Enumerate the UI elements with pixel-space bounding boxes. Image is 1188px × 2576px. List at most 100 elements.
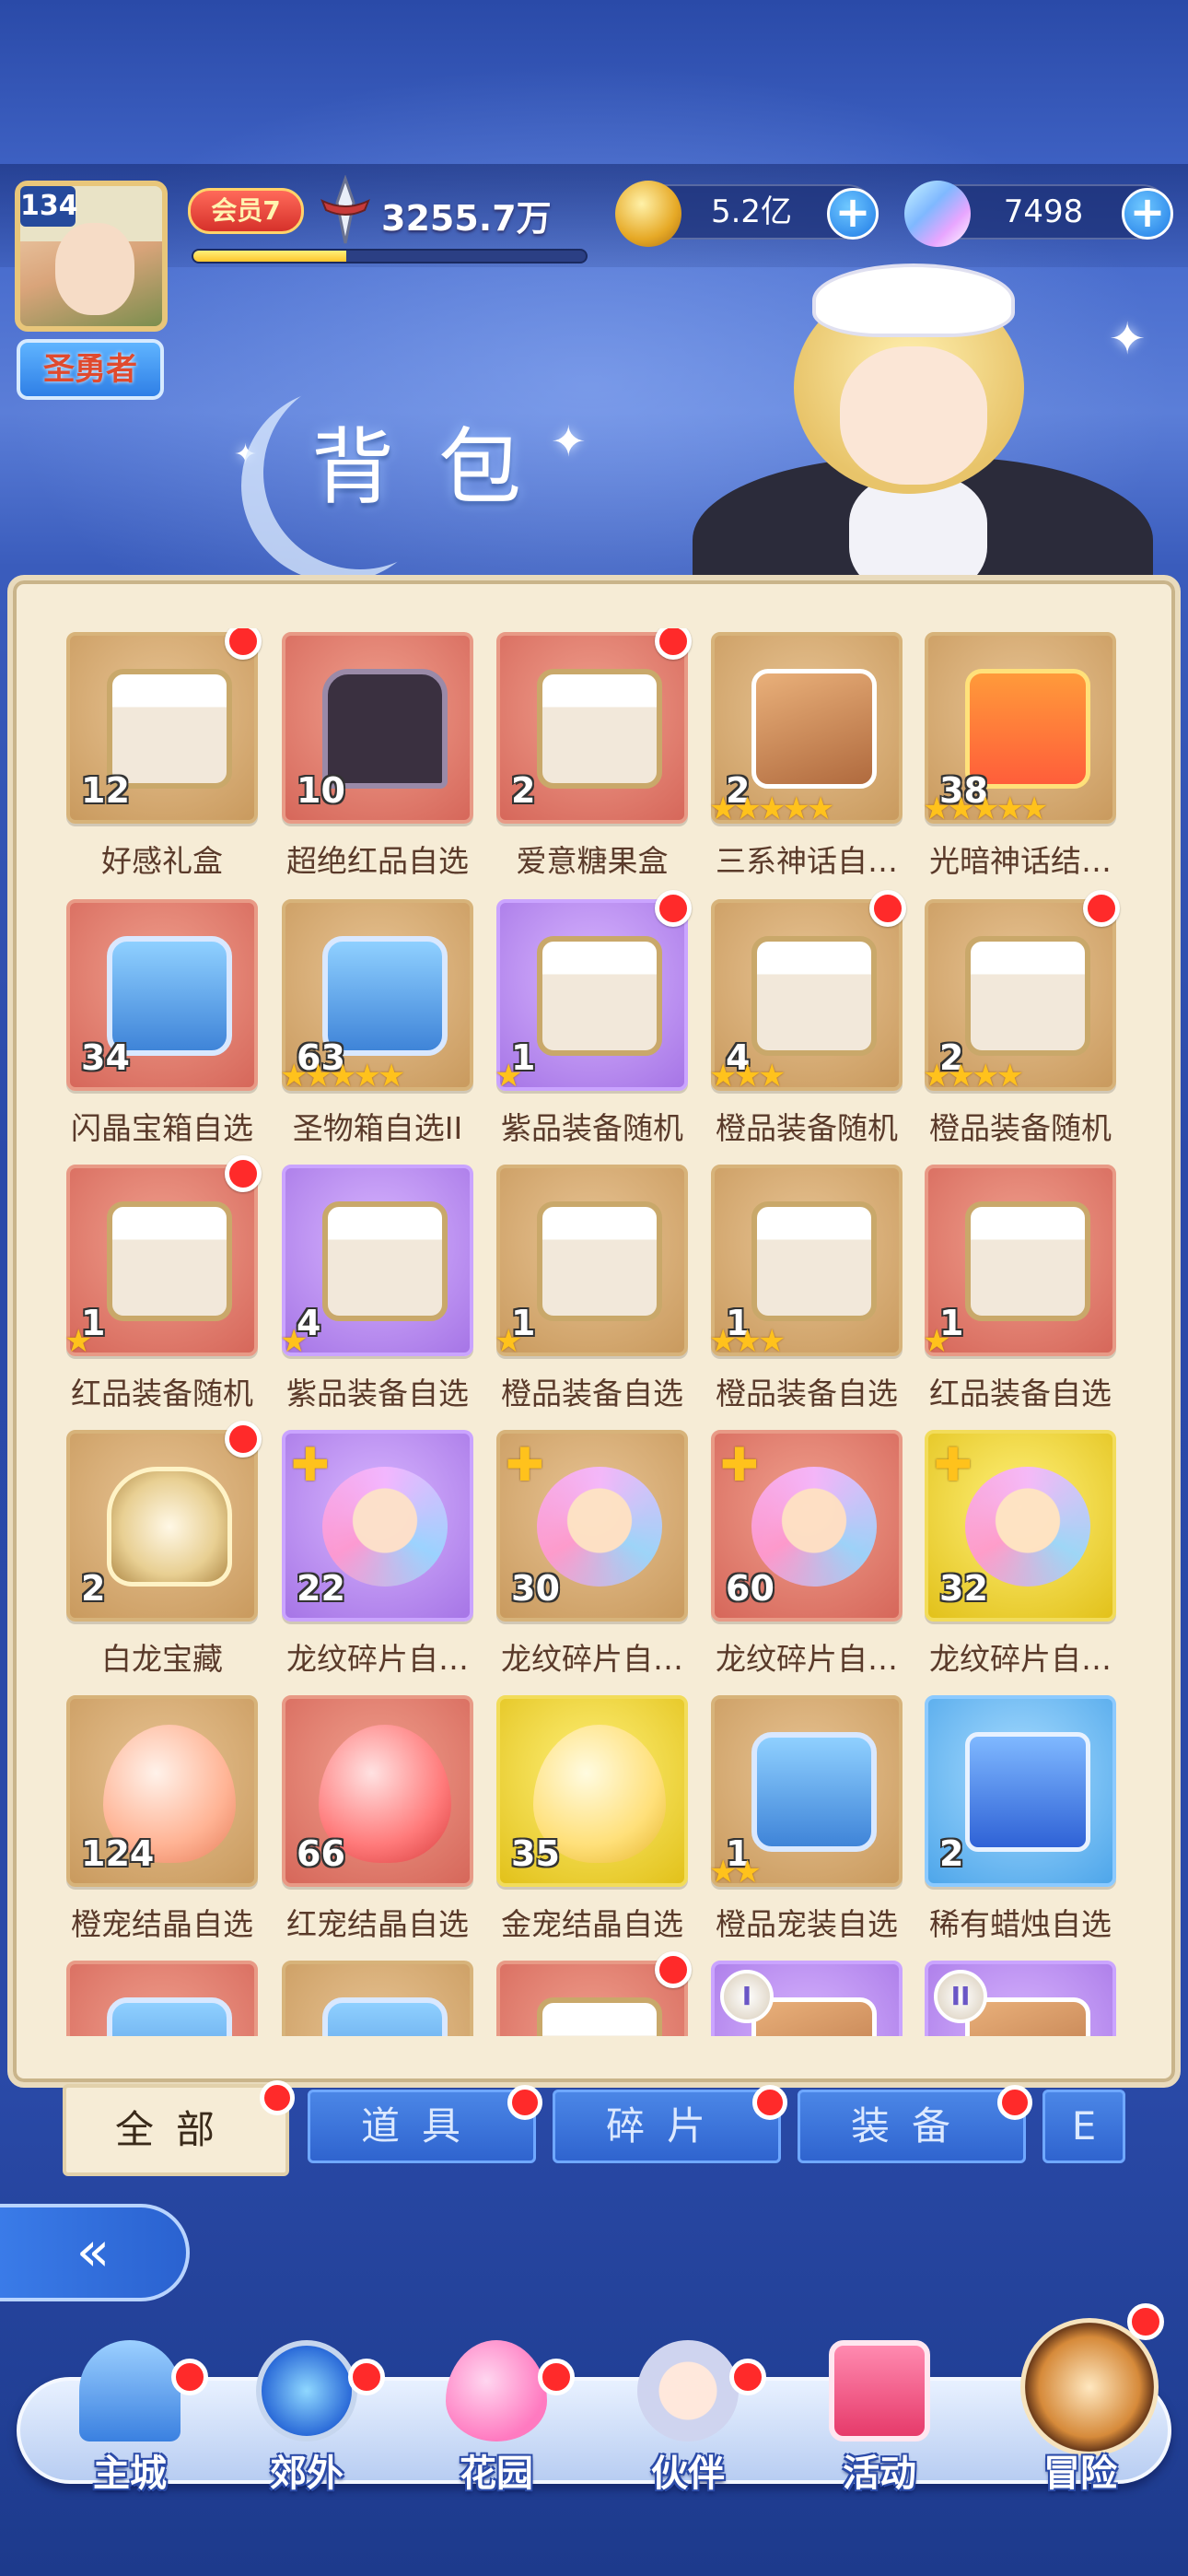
item-name: 紫品装备自选 xyxy=(286,1376,469,1410)
inventory-item[interactable]: 1 ★★ 橙品宠装自选 xyxy=(707,1692,903,1957)
inventory-item[interactable]: 2 白龙宝藏 xyxy=(63,1421,262,1692)
inventory-item[interactable]: ✚ 22 龙纹碎片自… xyxy=(278,1426,473,1692)
nav-main-city[interactable]: 主城 xyxy=(42,2340,217,2497)
nav-garden[interactable]: 花园 xyxy=(409,2340,584,2497)
star-rating-icon: ★ xyxy=(64,1323,93,1360)
player-title-badge[interactable]: 圣勇者 xyxy=(17,339,164,400)
inventory-item[interactable]: 63 ★★★★★ 圣物箱自选II xyxy=(278,896,473,1161)
inventory-item[interactable]: 1 ★★★ 橙品装备自选 xyxy=(707,1161,903,1426)
item-count: 10 xyxy=(297,770,345,811)
item-name: 龙纹碎片自… xyxy=(501,1641,683,1675)
item-name: 金宠结晶自选 xyxy=(501,1906,683,1940)
page-title: 背包 xyxy=(311,419,565,516)
tab-1[interactable]: 道具 xyxy=(308,2085,542,2163)
tab-3[interactable]: 装备 xyxy=(798,2085,1032,2163)
gold-currency: 5.2亿 + xyxy=(615,181,879,247)
inventory-item[interactable]: 34 闪晶宝箱自选 xyxy=(63,896,258,1161)
inventory-item[interactable]: 4 ★★★ 橙品装备随机 xyxy=(707,890,906,1161)
tab-label: 装备 xyxy=(850,2103,973,2149)
inventory-item[interactable]: 12 好感礼盒 xyxy=(63,628,262,894)
item-box-icon xyxy=(107,1201,232,1321)
inventory-item[interactable]: 35 金宠结晶自选 xyxy=(493,1692,688,1957)
item-name: 橙品装备随机 xyxy=(929,1110,1112,1144)
item-tile: ✚ 22 xyxy=(282,1430,473,1622)
item-tile: 1 xyxy=(66,1165,258,1356)
item-box-icon xyxy=(537,669,662,789)
sparkle-icon: ✦ xyxy=(234,439,258,471)
notification-dot xyxy=(507,2085,542,2120)
gem-currency: 7498 + xyxy=(904,181,1173,247)
inventory-item[interactable]: 124 橙宠结晶自选 xyxy=(63,1692,258,1957)
item-tile: 1 xyxy=(496,899,688,1091)
puzzle-piece-icon: ✚ xyxy=(506,1438,544,1492)
inventory-item[interactable]: ✚ 60 龙纹碎片自… xyxy=(707,1426,903,1692)
inventory-item[interactable]: 1 ★ 红品装备自选 xyxy=(921,1161,1116,1426)
item-count: 2 xyxy=(939,1833,964,1874)
star-rating-icon: ★★ xyxy=(709,1854,762,1891)
item-tile: ✚ 60 xyxy=(711,1430,903,1622)
notification-dot xyxy=(1083,890,1120,927)
player-level: 134 xyxy=(20,186,78,227)
tier-badge: I xyxy=(720,1970,774,2023)
nav-activity[interactable]: 活动 xyxy=(792,2340,967,2497)
nav-partner[interactable]: 伙伴 xyxy=(600,2340,775,2497)
item-name: 红品装备自选 xyxy=(929,1376,1112,1410)
category-tabs: 全部 道具 碎片 装备 E xyxy=(0,2080,1188,2176)
inventory-item[interactable]: 2 ★★★★★ 三系神话自… xyxy=(707,628,903,894)
inventory-item[interactable]: ✚ 30 龙纹碎片自… xyxy=(493,1426,688,1692)
inventory-item[interactable]: 2 爱意糖果盒 xyxy=(493,628,692,894)
inventory-item[interactable]: ✚ 32 龙纹碎片自… xyxy=(921,1426,1116,1692)
inventory-item[interactable] xyxy=(278,1957,473,2036)
tab-2[interactable]: 碎片 xyxy=(553,2085,787,2163)
vip-badge[interactable]: 会员7 xyxy=(188,188,304,234)
nav-adventure[interactable]: 冒险 xyxy=(993,2303,1168,2497)
inventory-item[interactable]: II xyxy=(921,1957,1116,2036)
avatar-face xyxy=(55,223,134,315)
notification-dot xyxy=(225,1155,262,1192)
item-tile: 34 xyxy=(66,899,258,1091)
item-tile: II xyxy=(925,1961,1116,2036)
tab-0[interactable]: 全部 xyxy=(63,2080,295,2176)
item-count: 66 xyxy=(297,1833,345,1874)
nav-outskirts[interactable]: 郊外 xyxy=(219,2340,394,2497)
character-cap xyxy=(812,263,1015,337)
inventory-item[interactable] xyxy=(493,1951,692,2036)
inventory-item[interactable]: 2 ★★★★ 橙品装备随机 xyxy=(921,890,1120,1161)
item-name: 三系神话自… xyxy=(716,843,898,877)
inventory-item[interactable]: 10 超绝红品自选 xyxy=(278,628,473,894)
item-name: 紫品装备随机 xyxy=(501,1110,683,1144)
item-box-icon xyxy=(537,936,662,1056)
star-rating-icon: ★★★★★ xyxy=(280,1058,405,1095)
inventory-item[interactable]: 38 ★★★★★ 光暗神话结… xyxy=(921,628,1116,894)
inventory-item[interactable]: I xyxy=(707,1957,903,2036)
item-name: 橙品装备自选 xyxy=(501,1376,683,1410)
add-gold-button[interactable]: + xyxy=(827,188,879,240)
notification-dot xyxy=(997,2085,1032,2120)
puzzle-piece-icon: ✚ xyxy=(934,1438,973,1492)
inventory-item[interactable]: 1 ★ 紫品装备随机 xyxy=(493,890,692,1161)
inventory-grid[interactable]: 12 好感礼盒 10 超绝红品自选 2 爱意糖果盒 2 ★★★★★ 三系神话自… 38 ★★★★★ 光… xyxy=(63,628,1131,2036)
item-box-icon xyxy=(537,1201,662,1321)
tab-label: 碎片 xyxy=(605,2103,728,2149)
item-name: 闪晶宝箱自选 xyxy=(71,1110,253,1144)
inventory-item[interactable]: 1 ★ 红品装备随机 xyxy=(63,1155,262,1426)
partner-portrait-icon xyxy=(637,2340,739,2441)
add-gem-button[interactable]: + xyxy=(1122,188,1173,240)
item-count: 12 xyxy=(81,770,130,811)
tab-4[interactable]: E xyxy=(1042,2090,1125,2163)
item-count: 2 xyxy=(81,1568,106,1609)
item-tile xyxy=(66,1961,258,2036)
item-tile: 124 xyxy=(66,1695,258,1887)
inventory-item[interactable]: 4 ★ 紫品装备自选 xyxy=(278,1161,473,1426)
inventory-item[interactable] xyxy=(63,1957,258,2036)
inventory-item[interactable]: 1 ★ 橙品装备自选 xyxy=(493,1161,688,1426)
item-name: 稀有蜡烛自选 xyxy=(929,1906,1112,1940)
gift-box-icon xyxy=(829,2340,930,2441)
inventory-item[interactable]: 2 稀有蜡烛自选 xyxy=(921,1692,1116,1957)
item-name: 橙品装备随机 xyxy=(716,1110,898,1144)
notification-dot xyxy=(752,2085,787,2120)
item-name: 龙纹碎片自… xyxy=(716,1641,898,1675)
inventory-item[interactable]: 66 红宠结晶自选 xyxy=(278,1692,473,1957)
back-button[interactable]: « xyxy=(0,2204,190,2301)
item-dragon-icon xyxy=(107,1467,232,1587)
